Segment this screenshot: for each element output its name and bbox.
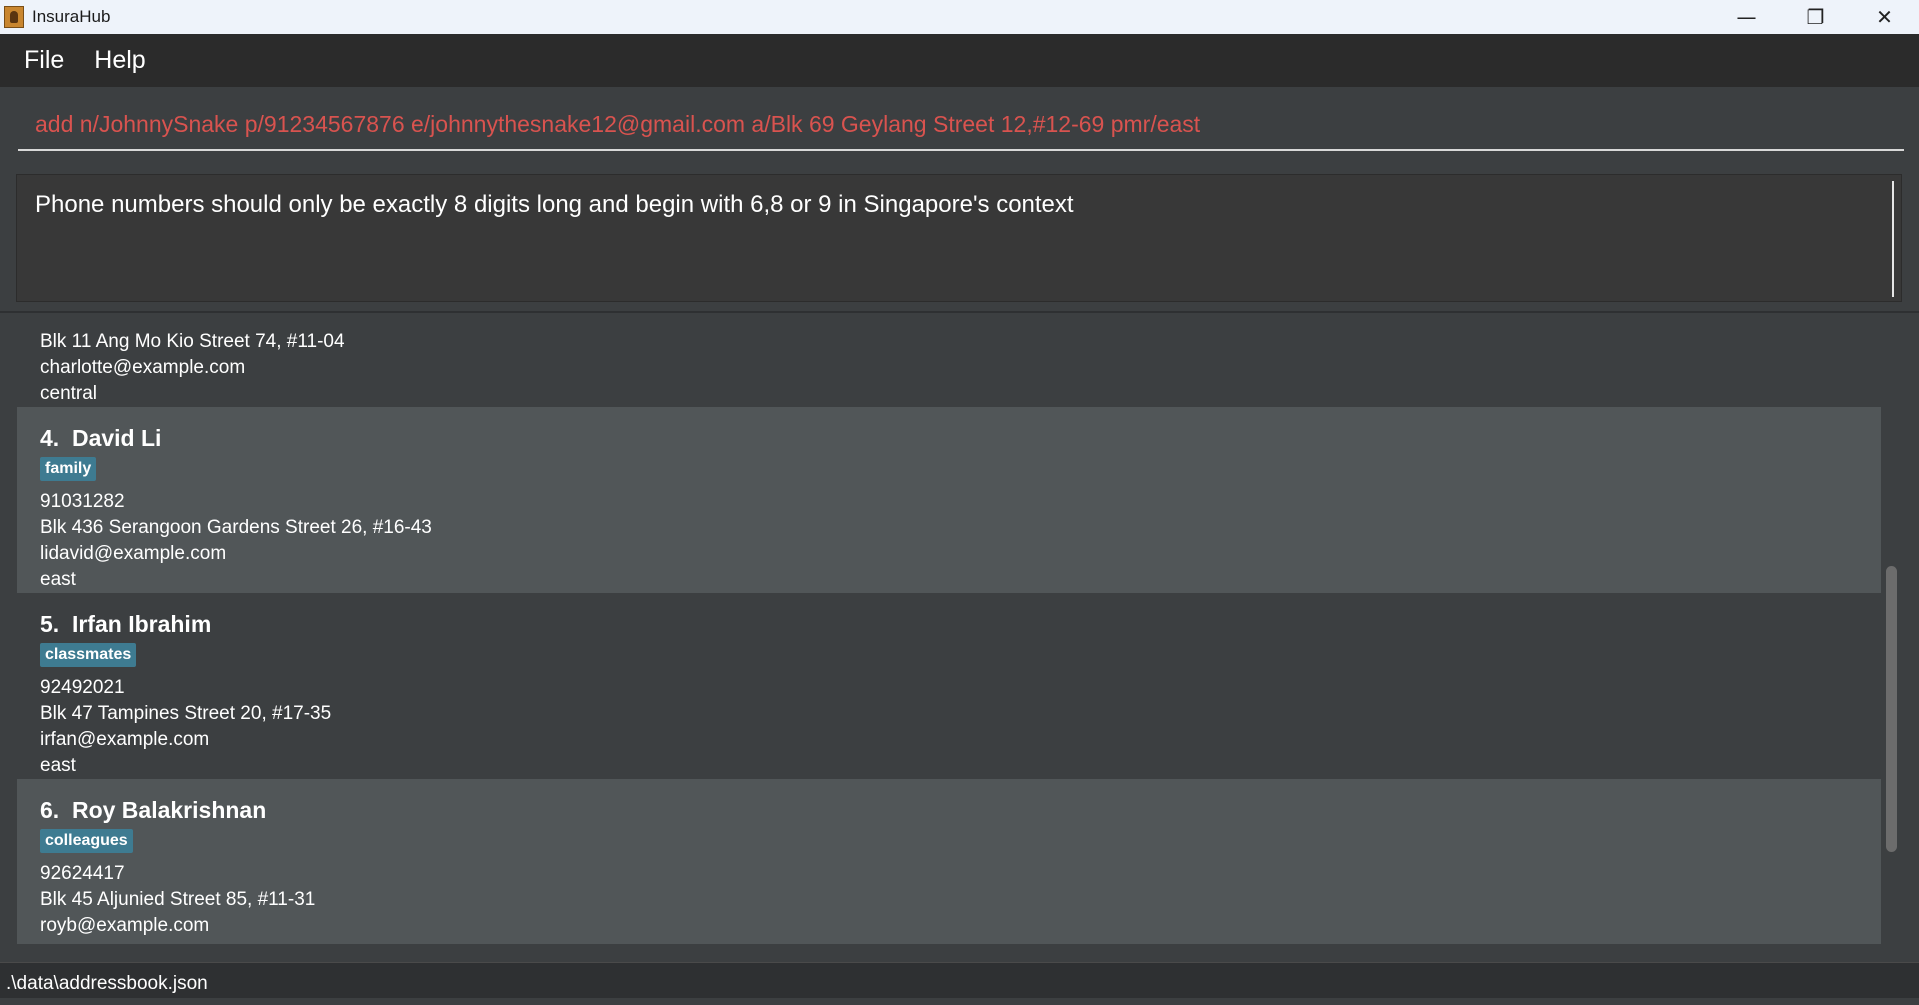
person-region: east	[40, 941, 76, 944]
menu-file[interactable]: File	[24, 46, 64, 75]
tag-badge: family	[40, 457, 97, 481]
person-card[interactable]: 5. Irfan Ibrahim classmates 92492021 Blk…	[17, 593, 1881, 779]
title-bar: InsuraHub — ❐ ✕	[0, 0, 1919, 34]
person-email: irfan@example.com	[40, 729, 210, 750]
person-index: 5.	[40, 611, 60, 637]
person-region: east	[40, 569, 76, 590]
app-icon	[4, 6, 24, 28]
command-input[interactable]: add n/JohnnySnake p/91234567876 e/johnny…	[18, 101, 1904, 151]
result-display[interactable]: Phone numbers should only be exactly 8 d…	[16, 174, 1902, 302]
person-card[interactable]: Blk 11 Ang Mo Kio Street 74, #11-04 char…	[17, 330, 1881, 405]
tag-badge: colleagues	[40, 829, 133, 853]
divider	[0, 311, 1919, 313]
person-name: 6. Roy Balakrishnan	[40, 797, 266, 824]
person-region: east	[40, 755, 76, 776]
person-card[interactable]: 6. Roy Balakrishnan colleagues 92624417 …	[17, 779, 1881, 944]
window-controls: — ❐ ✕	[1712, 0, 1919, 34]
save-file-path: .\data\addressbook.json	[6, 973, 208, 994]
person-list[interactable]: Blk 11 Ang Mo Kio Street 74, #11-04 char…	[17, 330, 1881, 944]
person-phone: 92624417	[40, 863, 125, 884]
person-name: 4. David Li	[40, 425, 161, 452]
tag-badge: classmates	[40, 643, 137, 667]
person-address: Blk 11 Ang Mo Kio Street 74, #11-04	[40, 331, 345, 352]
text-caret	[1892, 181, 1894, 297]
maximize-button[interactable]: ❐	[1781, 0, 1850, 34]
person-name: 5. Irfan Ibrahim	[40, 611, 211, 638]
menu-bar: File Help	[0, 34, 1919, 87]
person-name-text: Irfan Ibrahim	[71, 611, 212, 637]
person-region: central	[40, 383, 98, 404]
person-name-text: Roy Balakrishnan	[71, 797, 267, 823]
result-area: Phone numbers should only be exactly 8 d…	[0, 165, 1919, 315]
person-card[interactable]: 4. David Li family 91031282 Blk 436 Sera…	[17, 407, 1881, 593]
person-phone: 92492021	[40, 677, 125, 698]
person-index: 4.	[40, 425, 60, 451]
command-area: add n/JohnnySnake p/91234567876 e/johnny…	[0, 87, 1919, 165]
window-title: InsuraHub	[32, 7, 111, 26]
person-address: Blk 47 Tampines Street 20, #17-35	[40, 703, 332, 724]
person-email: charlotte@example.com	[40, 357, 246, 378]
menu-help[interactable]: Help	[94, 46, 145, 75]
person-email: royb@example.com	[40, 915, 210, 936]
person-address: Blk 436 Serangoon Gardens Street 26, #16…	[40, 517, 432, 538]
status-bar: .\data\addressbook.json	[0, 962, 1919, 998]
minimize-button[interactable]: —	[1712, 0, 1781, 34]
result-message: Phone numbers should only be exactly 8 d…	[35, 191, 1074, 218]
close-button[interactable]: ✕	[1850, 0, 1919, 34]
person-address: Blk 45 Aljunied Street 85, #11-31	[40, 889, 316, 910]
person-name-text: David Li	[71, 425, 162, 451]
person-index: 6.	[40, 797, 60, 823]
person-email: lidavid@example.com	[40, 543, 227, 564]
person-phone: 91031282	[40, 491, 125, 512]
list-scrollbar-thumb[interactable]	[1886, 566, 1897, 852]
